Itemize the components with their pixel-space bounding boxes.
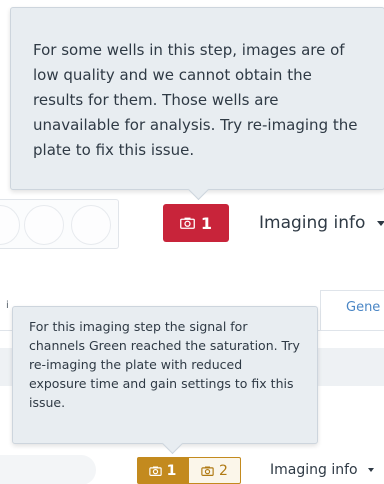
saturation-badge[interactable]: 1 — [137, 457, 188, 484]
low-quality-images-badge[interactable]: 1 — [163, 204, 229, 242]
saturation-tooltip: For this imaging step the signal for cha… — [12, 306, 318, 455]
tab-gene[interactable]: Gene — [320, 290, 384, 330]
tooltip-arrow — [161, 432, 184, 455]
badge-count: 1 — [200, 213, 213, 233]
camera-icon — [148, 466, 162, 476]
tooltip-text: For some wells in this step, images are … — [33, 41, 358, 159]
camera-icon — [180, 217, 195, 229]
imaging-info-label: Imaging info — [259, 213, 366, 233]
chevron-down-icon — [367, 468, 374, 472]
tooltip-arrow — [187, 178, 210, 201]
imaging-info-dropdown[interactable]: Imaging info — [259, 213, 384, 233]
tab-label: Gene — [346, 300, 381, 315]
wells-strip — [0, 199, 119, 249]
tooltip-text: For this imaging step the signal for cha… — [29, 319, 300, 410]
tab-edge: i — [6, 300, 9, 311]
badge-count: 1 — [166, 462, 177, 479]
imaging-info-label: Imaging info — [270, 462, 358, 478]
low-quality-tooltip: For some wells in this step, images are … — [10, 7, 384, 201]
chevron-down-icon — [377, 220, 384, 226]
badge-count: 2 — [219, 462, 228, 479]
camera-icon — [201, 466, 214, 476]
well-circle[interactable] — [24, 205, 64, 245]
search-pill[interactable] — [0, 455, 96, 484]
well-circle[interactable] — [0, 205, 20, 245]
saturation-badge-secondary[interactable]: 2 — [188, 457, 241, 484]
page: 1 Imaging info For some wells in this st… — [0, 0, 384, 484]
imaging-info-dropdown[interactable]: Imaging info — [270, 462, 374, 478]
well-circle[interactable] — [71, 205, 111, 245]
